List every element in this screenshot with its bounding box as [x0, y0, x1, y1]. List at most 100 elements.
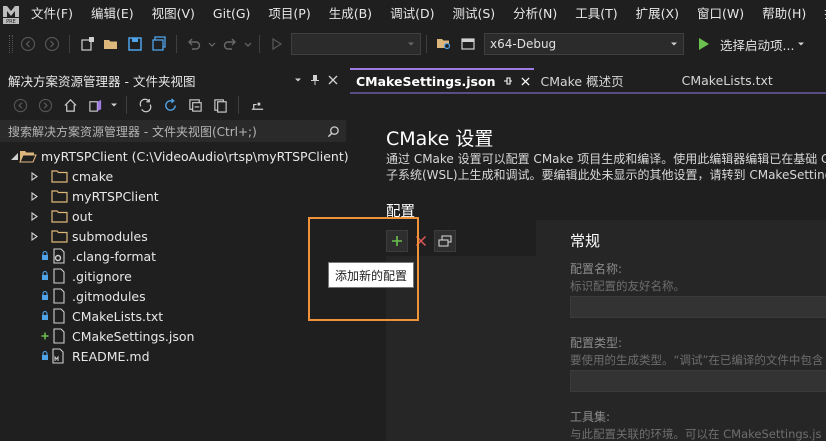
add-configuration-tooltip: 添加新的配置	[328, 262, 415, 288]
select-startup-item-button[interactable]: 选择启动项...	[720, 35, 794, 54]
tree-item-file[interactable]: .gitignore	[0, 266, 346, 286]
folder-icon	[50, 188, 68, 204]
undo-dropdown-icon[interactable]	[208, 34, 216, 54]
tree-item-label: .clang-format	[72, 248, 157, 264]
menu-analyze[interactable]: 分析(N)	[504, 0, 566, 28]
switch-views-dropdown-icon[interactable]	[110, 95, 118, 115]
back-icon[interactable]	[18, 34, 38, 54]
toolset-label: 工具集:	[570, 410, 611, 424]
tree-item-label: README.md	[72, 348, 150, 364]
general-settings-panel: 常规 配置名称: 标识配置的友好名称。 配置类型: 要使用的生成类型。“调试”在…	[536, 220, 826, 441]
collapsed-arrow-icon[interactable]	[28, 171, 40, 181]
tab-cmake-overview[interactable]: CMake 概述页	[534, 68, 675, 92]
pin-icon[interactable]	[503, 76, 513, 86]
redo-icon[interactable]	[220, 34, 240, 54]
toolbar-separator	[126, 96, 127, 114]
page-title: CMake 设置	[386, 128, 494, 150]
play-icon[interactable]	[694, 34, 714, 54]
menu-project[interactable]: 项目(P)	[259, 0, 319, 28]
lock-icon	[40, 351, 50, 361]
tree-item-folder[interactable]: cmake	[0, 166, 346, 186]
solution-explorer-title: 解决方案资源管理器 - 文件夹视图	[8, 73, 196, 89]
editor-tab-bar: CMakeSettings.json CMake 概述页 CMakeLists.…	[350, 68, 826, 92]
solution-explorer-search-input[interactable]: 搜索解决方案资源管理器 - 文件夹视图(Ctrl+;)	[0, 120, 346, 142]
redo-dropdown-icon[interactable]	[244, 34, 252, 54]
menu-edit[interactable]: 编辑(E)	[82, 0, 143, 28]
refresh-icon[interactable]	[160, 95, 180, 115]
tree-item-folder[interactable]: out	[0, 206, 346, 226]
pin-icon[interactable]	[310, 74, 320, 86]
show-all-files-icon[interactable]	[210, 95, 230, 115]
file-icon	[50, 268, 68, 284]
copy-configuration-button[interactable]	[434, 230, 456, 252]
toolbar-grip[interactable]	[9, 35, 13, 53]
tree-item-file[interactable]: CMakeLists.txt	[0, 306, 346, 326]
menu-test[interactable]: 测试(S)	[443, 0, 504, 28]
tree-item-folder[interactable]: submodules	[0, 226, 346, 246]
config-name-input[interactable]	[570, 296, 826, 318]
toolset-description: 与此配置关联的环境。可以在 CMakeSettings.js	[570, 427, 822, 441]
config-type-select[interactable]	[570, 370, 826, 392]
undo-icon[interactable]	[184, 34, 204, 54]
save-icon[interactable]	[125, 34, 145, 54]
collapsed-arrow-icon[interactable]	[28, 211, 40, 221]
menu-tools[interactable]: 工具(T)	[566, 0, 626, 28]
tab-cmakelists-txt[interactable]: CMakeLists.txt	[676, 68, 779, 92]
file-icon	[50, 328, 68, 344]
lock-icon	[40, 251, 50, 261]
tree-item-file[interactable]: CMakeSettings.json	[0, 326, 346, 346]
menu-view[interactable]: 视图(V)	[143, 0, 204, 28]
tree-item-label: CMakeLists.txt	[72, 308, 164, 324]
menu-help[interactable]: 帮助(H)	[753, 0, 815, 28]
properties-icon[interactable]	[247, 95, 267, 115]
new-project-icon[interactable]	[77, 34, 97, 54]
file-icon	[50, 308, 68, 324]
window-layout-icon[interactable]	[458, 34, 478, 54]
menu-search[interactable]: 搜	[815, 0, 826, 28]
menu-debug[interactable]: 调试(D)	[381, 0, 443, 28]
switch-views-icon[interactable]	[85, 95, 105, 115]
collapsed-arrow-icon[interactable]	[28, 231, 40, 241]
tree-item-root[interactable]: myRTSPClient (C:\VideoAudio\rtsp\myRTSPC…	[0, 146, 349, 166]
close-icon[interactable]	[328, 75, 338, 85]
close-icon[interactable]	[521, 76, 531, 86]
tab-label: CMake 概述页	[540, 73, 624, 89]
menu-extensions[interactable]: 扩展(X)	[627, 0, 688, 28]
tab-cmakesettings-json[interactable]: CMakeSettings.json	[350, 68, 535, 92]
find-in-files-icon[interactable]	[434, 34, 454, 54]
page-description-line-1: 通过 CMake 设置可以配置 CMake 项目生成和编译。使用此编辑器编辑已在…	[386, 152, 826, 166]
search-icon[interactable]	[327, 125, 340, 138]
sync-icon[interactable]	[135, 95, 155, 115]
collapsed-arrow-icon[interactable]	[28, 191, 40, 201]
visual-studio-logo-icon[interactable]: PRE	[0, 0, 22, 28]
start-icon[interactable]	[267, 34, 287, 54]
home-icon[interactable]	[60, 95, 80, 115]
forward-icon[interactable]	[35, 95, 55, 115]
config-name-label: 配置名称:	[570, 262, 623, 276]
save-all-icon[interactable]	[149, 34, 169, 54]
forward-icon[interactable]	[42, 34, 62, 54]
expanded-arrow-icon[interactable]	[10, 152, 19, 161]
run-dropdown-icon[interactable]	[796, 34, 806, 54]
tree-item-file[interactable]: .clang-format	[0, 246, 346, 266]
startup-combo[interactable]	[291, 33, 421, 55]
tree-item-file[interactable]: README.md	[0, 346, 346, 366]
solution-explorer-toolbar	[0, 92, 346, 118]
menu-build[interactable]: 生成(B)	[320, 0, 381, 28]
tree-item-label: myRTSPClient (C:\VideoAudio\rtsp\myRTSPC…	[41, 148, 349, 164]
menu-window[interactable]: 窗口(W)	[688, 0, 753, 28]
menu-git[interactable]: Git(G)	[204, 0, 260, 28]
tree-item-label: .gitignore	[72, 268, 132, 284]
collapse-all-icon[interactable]	[185, 95, 205, 115]
window-position-dropdown-icon[interactable]	[294, 76, 302, 84]
solution-explorer-panel: 解决方案资源管理器 - 文件夹视图 搜索解决方案资源管理器 - 文件夹视图(Ct…	[0, 68, 349, 441]
lock-icon	[40, 291, 50, 301]
menu-file[interactable]: 文件(F)	[22, 0, 82, 28]
markdown-file-icon	[50, 348, 68, 364]
back-icon[interactable]	[10, 95, 30, 115]
tree-item-folder[interactable]: myRTSPClient	[0, 186, 346, 206]
open-folder-icon[interactable]	[101, 34, 121, 54]
settings-file-icon	[50, 248, 68, 264]
tree-item-file[interactable]: .gitmodules	[0, 286, 346, 306]
configuration-combo[interactable]: x64-Debug	[484, 33, 684, 55]
